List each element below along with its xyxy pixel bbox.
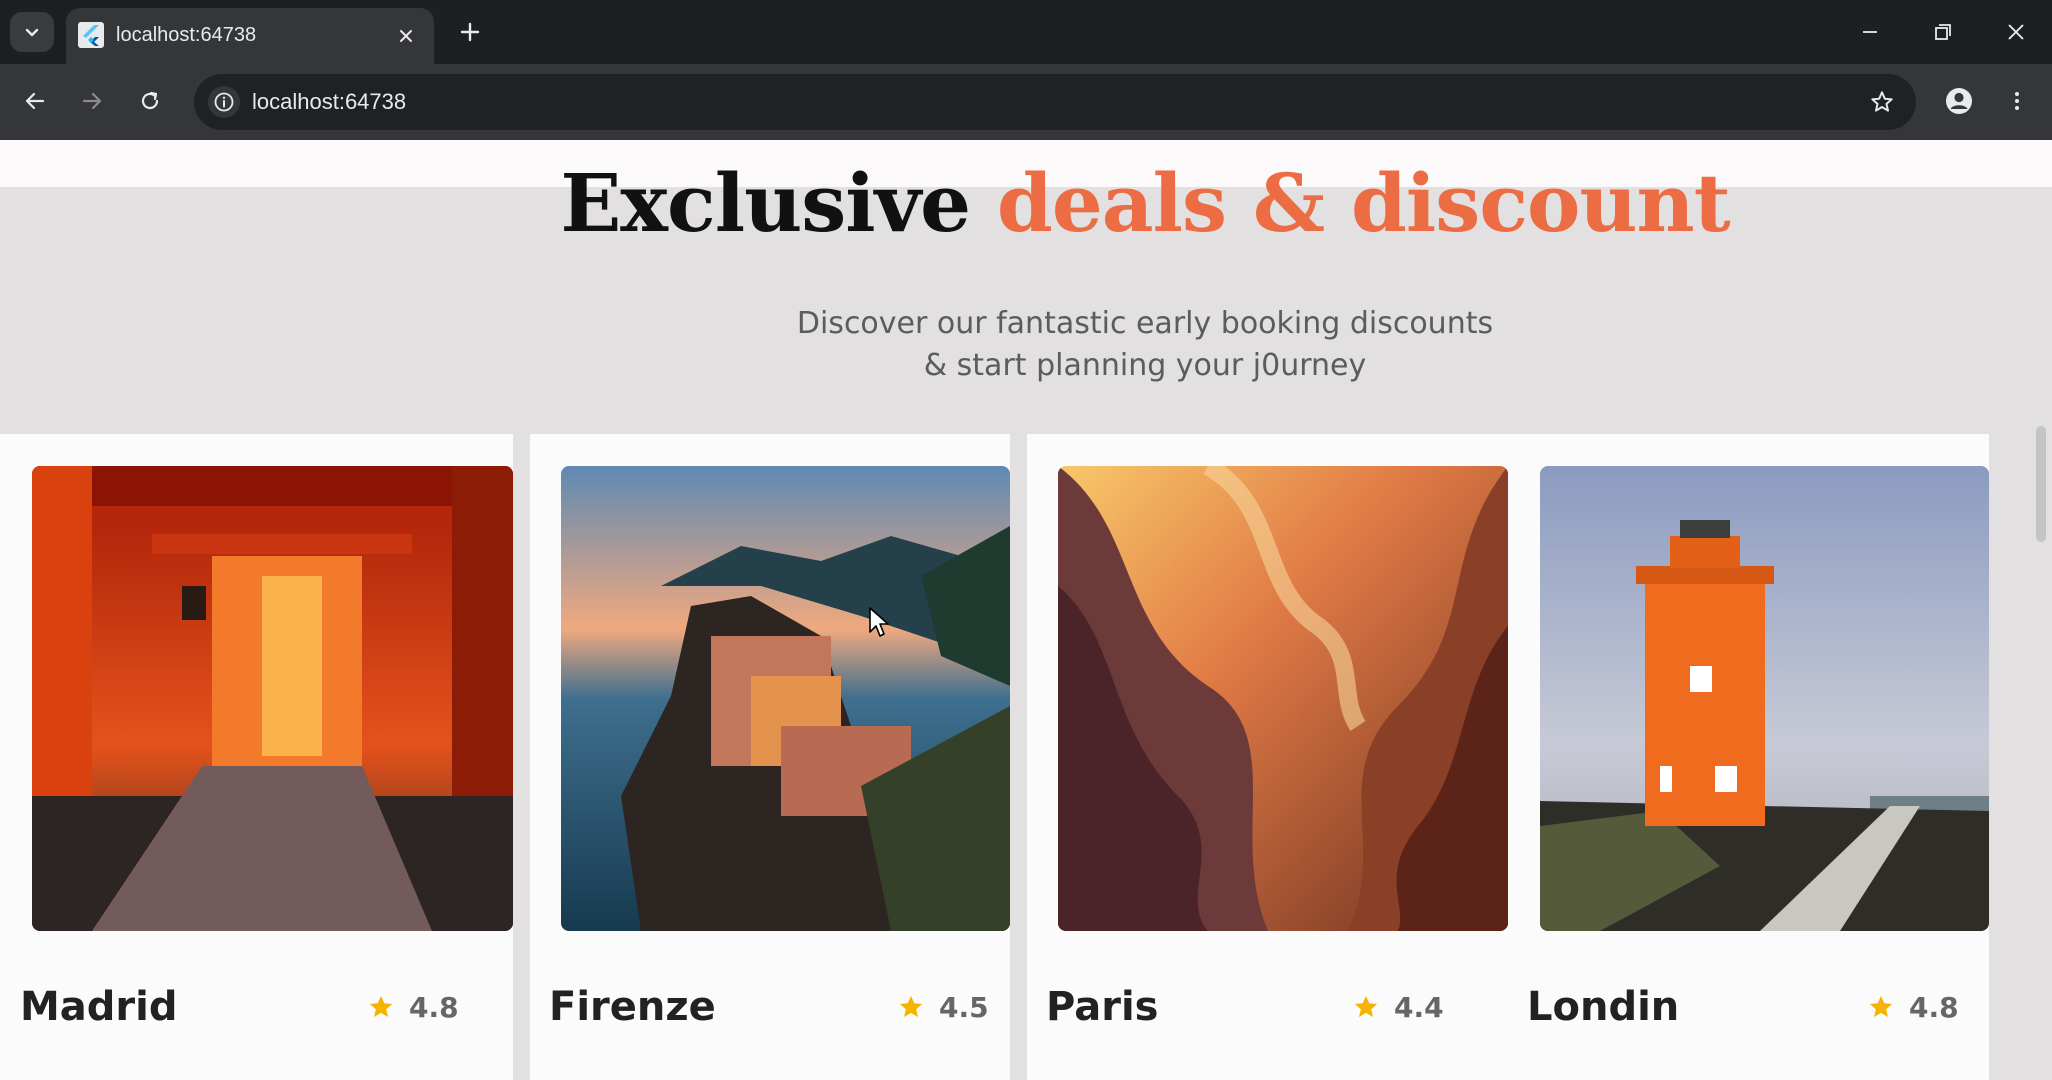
title-main: Exclusive (560, 156, 997, 250)
close-icon (2008, 24, 2024, 40)
rating-value: 4.5 (939, 990, 989, 1024)
reload-button[interactable] (127, 78, 173, 124)
browser-toolbar: localhost:64738 (0, 64, 2052, 140)
destination-image-londin[interactable] (1540, 466, 1989, 931)
address-bar[interactable]: localhost:64738 (194, 74, 1916, 130)
url-text: localhost:64738 (252, 89, 407, 114)
rating-paris: 4.4 (1352, 988, 1444, 1026)
rating-londin: 4.8 (1867, 988, 1959, 1026)
star-icon (1869, 995, 1893, 1018)
destination-image-paris[interactable] (1058, 466, 1508, 931)
restore-icon (1935, 24, 1951, 40)
city-name-londin: Londin (1527, 984, 1680, 1030)
tab-title: localhost:64738 (116, 24, 257, 46)
browser-tab-strip: localhost:64738 (0, 0, 2052, 64)
star-outline-icon (1871, 91, 1893, 112)
subtitle-line-2: & start planning your j0urney (923, 348, 1367, 383)
kebab-menu-icon (2015, 92, 2019, 110)
browser-menu-button[interactable] (1994, 78, 2040, 124)
city-name-firenze: Firenze (549, 984, 716, 1030)
rating-value: 4.8 (1909, 990, 1959, 1024)
plus-icon (460, 22, 480, 42)
destination-image-madrid[interactable] (32, 466, 513, 931)
close-icon (400, 30, 412, 42)
subtitle-line-1: Discover our fantastic early booking dis… (796, 306, 1494, 341)
back-button[interactable] (12, 78, 58, 124)
chevron-down-icon (25, 28, 39, 37)
title-accent: deals & discount (996, 156, 1731, 250)
rating-firenze: 4.5 (897, 988, 989, 1026)
minimize-icon (1863, 31, 1877, 33)
new-tab-button[interactable] (452, 14, 488, 50)
restore-button[interactable] (1915, 8, 1971, 56)
tab-search-button[interactable] (10, 12, 54, 52)
city-name-madrid: Madrid (20, 984, 178, 1030)
minimize-button[interactable] (1842, 8, 1898, 56)
forward-button[interactable] (69, 78, 115, 124)
rating-madrid: 4.8 (367, 988, 459, 1026)
profile-button[interactable] (1936, 78, 1982, 124)
arrow-right-icon (82, 92, 102, 110)
section-subtitle: Discover our fantastic early booking dis… (0, 303, 2052, 387)
mouse-cursor-icon (869, 607, 889, 637)
star-icon (1354, 995, 1378, 1018)
bookmark-button[interactable] (1864, 84, 1900, 120)
star-icon (899, 995, 923, 1018)
flutter-icon (78, 22, 104, 48)
rating-value: 4.4 (1394, 990, 1444, 1024)
destination-image-firenze[interactable] (561, 466, 1010, 931)
rating-value: 4.8 (409, 990, 459, 1024)
info-icon[interactable] (208, 86, 240, 118)
page-scrollbar[interactable] (2036, 426, 2046, 542)
city-name-paris: Paris (1046, 984, 1159, 1030)
reload-icon (141, 91, 159, 110)
tab-close-button[interactable] (392, 22, 420, 50)
browser-tab[interactable]: localhost:64738 (66, 8, 434, 64)
star-icon (369, 995, 393, 1018)
section-title: Exclusive deals & discount (0, 155, 2052, 251)
person-icon (1946, 88, 1972, 114)
window-close-button[interactable] (1988, 8, 2044, 56)
arrow-left-icon (25, 92, 45, 110)
